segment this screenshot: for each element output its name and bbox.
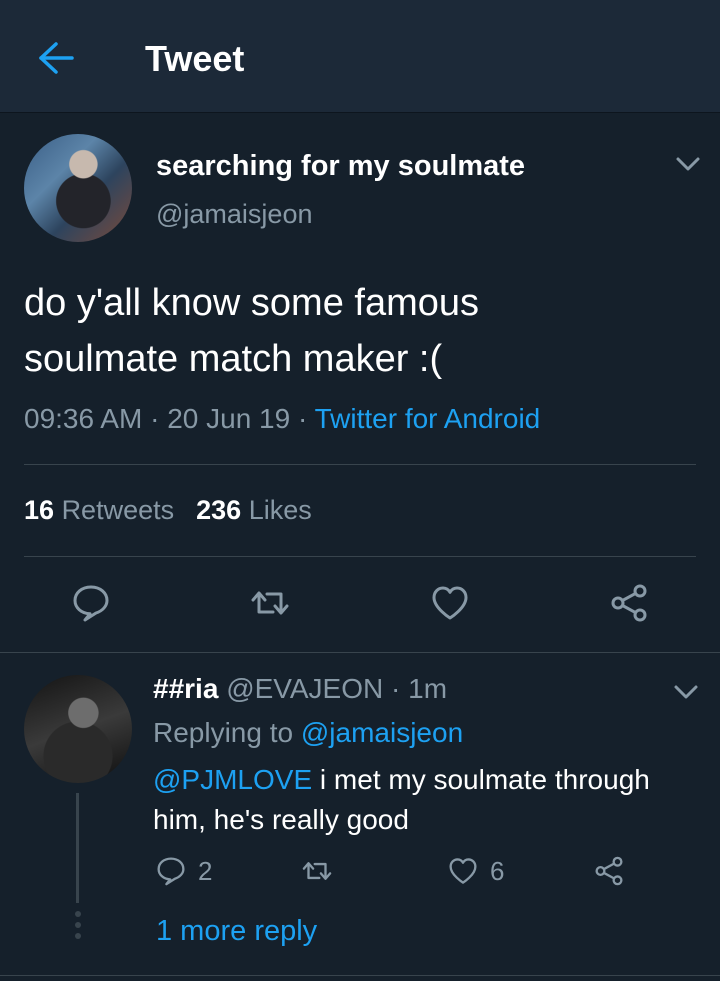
separator-dot: · — [142, 403, 168, 434]
reply-button[interactable]: 2 — [154, 851, 212, 891]
avatar[interactable] — [24, 675, 132, 783]
retweets-stat[interactable]: 16 Retweets — [24, 495, 174, 525]
heart-icon — [449, 858, 477, 884]
thread-line — [76, 793, 79, 903]
author-name[interactable]: searching for my soulmate — [156, 150, 525, 183]
likes-stat[interactable]: 236 Likes — [196, 495, 312, 525]
mention-link[interactable]: @PJMLOVE — [153, 764, 312, 795]
divider — [24, 556, 696, 557]
share-icon[interactable] — [607, 581, 651, 625]
retweet-button[interactable] — [300, 851, 334, 891]
tweet-text: do y'all know some famous soulmate match… — [24, 275, 684, 387]
replying-to: Replying to @jamaisjeon — [153, 717, 463, 749]
reply-icon[interactable] — [69, 581, 113, 625]
tweet-stats: 16 Retweets 236 Likes — [24, 495, 312, 526]
retweet-icon[interactable] — [248, 581, 292, 625]
more-replies-link[interactable]: 1 more reply — [156, 915, 317, 948]
retweets-count: 16 — [24, 495, 55, 525]
chevron-down-icon[interactable] — [672, 153, 704, 177]
reply-author-name[interactable]: ##ria — [153, 673, 218, 704]
divider — [0, 975, 720, 976]
top-bar: Tweet — [0, 0, 720, 113]
reply-author-handle[interactable]: @EVAJEON — [226, 673, 383, 704]
avatar[interactable] — [24, 134, 132, 242]
share-icon — [595, 856, 623, 886]
author-handle[interactable]: @jamaisjeon — [156, 199, 312, 230]
reply-icon — [157, 857, 185, 886]
reply-tweet[interactable]: ##ria @EVAJEON · 1m Replying to @jamaisj… — [0, 653, 720, 981]
thread-dots — [74, 911, 82, 945]
tweet-text-line: do y'all know some famous — [24, 282, 480, 324]
separator-dot: · — [383, 673, 409, 704]
divider — [24, 464, 696, 465]
reply-header: ##ria @EVAJEON · 1m — [153, 673, 447, 705]
tweet-text-line: soulmate match maker :( — [24, 338, 443, 380]
like-count: 6 — [490, 855, 505, 886]
retweet-icon — [302, 862, 332, 880]
page-title: Tweet — [145, 38, 245, 79]
arrow-left-icon[interactable] — [34, 38, 78, 78]
reply-time: 1m — [408, 673, 448, 704]
replying-to-handle[interactable]: @jamaisjeon — [301, 717, 463, 748]
likes-count: 236 — [196, 495, 242, 525]
main-tweet: searching for my soulmate @jamaisjeon do… — [0, 113, 720, 653]
separator-dot: · — [290, 403, 315, 434]
tweet-date: 20 Jun 19 — [167, 403, 291, 434]
retweets-label: Retweets — [61, 495, 175, 525]
chevron-down-icon[interactable] — [670, 681, 702, 705]
reply-text: @PJMLOVE i met my soulmate through him, … — [153, 760, 693, 840]
heart-icon[interactable] — [428, 581, 472, 625]
tweet-source-link[interactable]: Twitter for Android — [315, 403, 541, 434]
share-button[interactable] — [592, 851, 626, 891]
tweet-time: 09:36 AM — [24, 403, 143, 434]
like-button[interactable]: 6 — [446, 851, 504, 891]
likes-label: Likes — [248, 495, 312, 525]
replying-prefix: Replying to — [153, 717, 294, 748]
tweet-metadata: 09:36 AM · 20 Jun 19 · Twitter for Andro… — [24, 403, 540, 435]
reply-count: 2 — [198, 855, 213, 886]
